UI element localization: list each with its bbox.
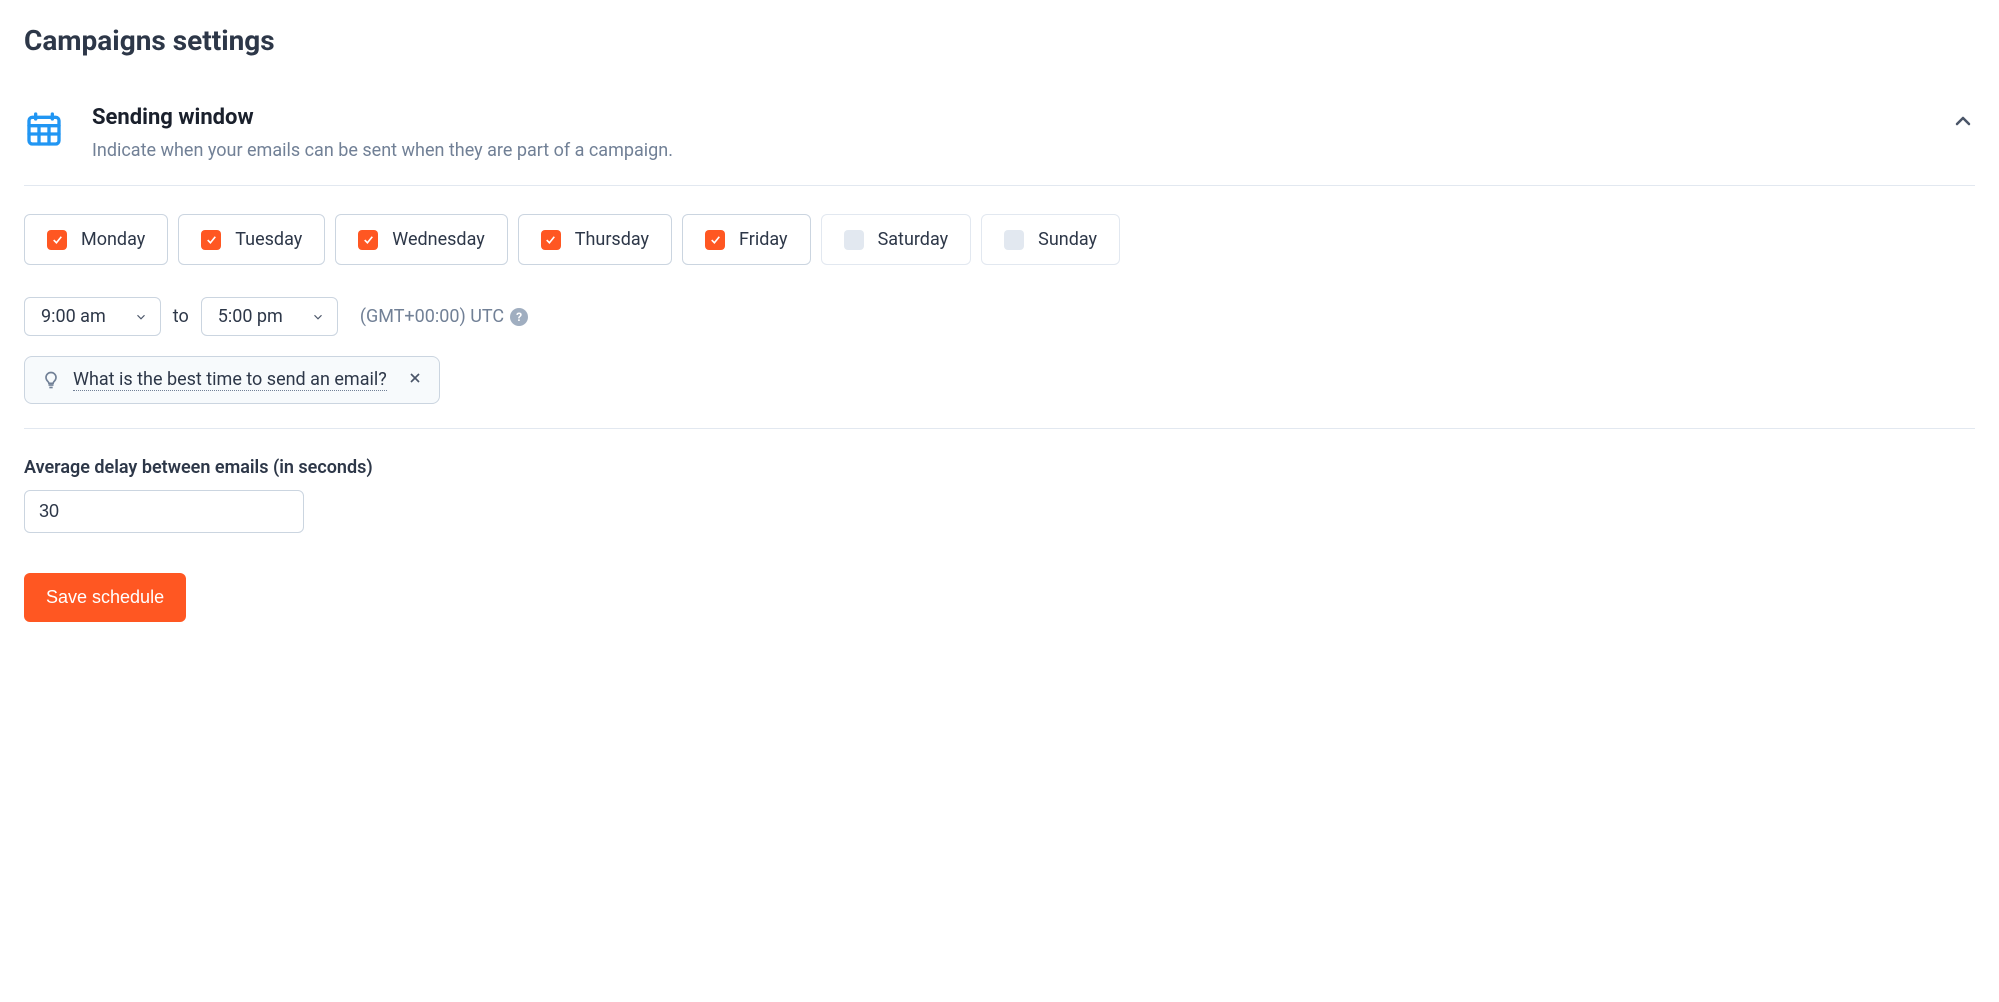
divider (24, 428, 1975, 429)
day-label: Thursday (575, 229, 649, 250)
day-label: Sunday (1038, 229, 1097, 250)
day-friday[interactable]: Friday (682, 214, 811, 265)
help-icon[interactable]: ? (510, 308, 528, 326)
day-label: Wednesday (392, 229, 485, 250)
page-title: Campaigns settings (24, 24, 1975, 57)
timezone-label: (GMT+00:00) UTC ? (360, 306, 528, 327)
checkmark-icon (51, 233, 64, 246)
days-row: Monday Tuesday Wednesday Thursday Friday Satu… (24, 214, 1975, 265)
start-time-select[interactable]: 9:00 am (24, 297, 161, 336)
timezone-text: (GMT+00:00) UTC (360, 306, 504, 327)
day-label: Tuesday (235, 229, 302, 250)
chevron-down-icon (311, 310, 325, 324)
day-checkbox (705, 230, 725, 250)
close-icon (407, 370, 423, 386)
day-tuesday[interactable]: Tuesday (178, 214, 325, 265)
day-checkbox (844, 230, 864, 250)
tip-close-button[interactable] (407, 370, 423, 390)
day-thursday[interactable]: Thursday (518, 214, 672, 265)
time-separator: to (173, 306, 189, 327)
collapse-toggle[interactable] (1951, 109, 1975, 133)
day-label: Saturday (878, 229, 949, 250)
start-time-value: 9:00 am (41, 306, 106, 327)
checkmark-icon (205, 233, 218, 246)
delay-input[interactable] (24, 490, 304, 533)
section-title: Sending window (92, 105, 1927, 130)
section-text: Sending window Indicate when your emails… (92, 105, 1927, 161)
chevron-up-icon (1951, 109, 1975, 133)
day-checkbox (541, 230, 561, 250)
save-schedule-button[interactable]: Save schedule (24, 573, 186, 622)
lightbulb-icon (41, 370, 61, 390)
day-wednesday[interactable]: Wednesday (335, 214, 508, 265)
tip-link[interactable]: What is the best time to send an email? (73, 369, 387, 391)
end-time-select[interactable]: 5:00 pm (201, 297, 338, 336)
chevron-down-icon (134, 310, 148, 324)
day-label: Friday (739, 229, 788, 250)
day-checkbox (201, 230, 221, 250)
day-sunday[interactable]: Sunday (981, 214, 1120, 265)
delay-label: Average delay between emails (in seconds… (24, 457, 1975, 478)
day-monday[interactable]: Monday (24, 214, 168, 265)
end-time-value: 5:00 pm (218, 306, 283, 327)
day-checkbox (1004, 230, 1024, 250)
sending-window-section: Sending window Indicate when your emails… (24, 105, 1975, 186)
day-label: Monday (81, 229, 145, 250)
time-row: 9:00 am to 5:00 pm (GMT+00:00) UTC ? (24, 297, 1975, 336)
checkmark-icon (544, 233, 557, 246)
day-saturday[interactable]: Saturday (821, 214, 972, 265)
section-header: Sending window Indicate when your emails… (24, 105, 1975, 161)
day-checkbox (358, 230, 378, 250)
checkmark-icon (709, 233, 722, 246)
day-checkbox (47, 230, 67, 250)
calendar-icon (24, 109, 64, 149)
checkmark-icon (362, 233, 375, 246)
section-subtitle: Indicate when your emails can be sent wh… (92, 140, 1927, 161)
tip-box: What is the best time to send an email? (24, 356, 440, 404)
